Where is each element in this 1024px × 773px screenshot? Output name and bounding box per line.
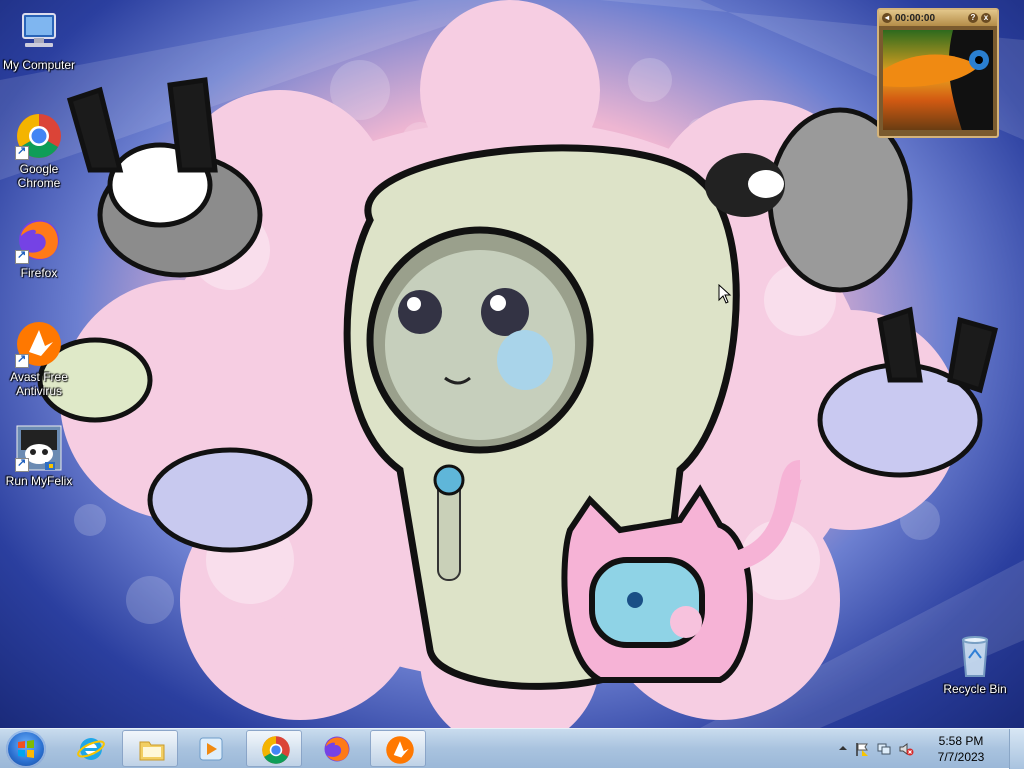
taskbar-avast-button[interactable] [370, 730, 426, 767]
system-tray: 5:58 PM 7/7/2023 [834, 729, 1024, 769]
avast-icon [15, 320, 63, 368]
chrome-icon [15, 112, 63, 160]
desktop[interactable]: My Computer Google Chrome Firefox [0, 0, 1024, 728]
taskbar-firefox-button[interactable] [308, 730, 364, 767]
windows-logo-icon [18, 740, 34, 758]
desktop-icon-label: Avast Free Antivirus [10, 370, 68, 398]
desktop-icon-my-computer[interactable]: My Computer [1, 8, 77, 72]
play-icon[interactable]: ◂ [882, 13, 892, 23]
desktop-icon-recycle-bin[interactable]: Recycle Bin [937, 632, 1013, 696]
computer-icon [15, 8, 63, 56]
media-player-icon [199, 737, 223, 761]
close-icon[interactable]: x [981, 13, 991, 23]
desktop-icon-label: Google Chrome [17, 162, 61, 190]
chrome-icon [262, 736, 290, 764]
volume-muted-icon[interactable] [898, 741, 914, 757]
toucan-image [883, 30, 993, 130]
desktop-icon-label: My Computer [2, 58, 76, 72]
shortcut-arrow-icon [15, 456, 29, 472]
myfelix-icon [15, 424, 63, 472]
taskbar-media-player-button[interactable] [182, 730, 238, 767]
shortcut-arrow-icon [15, 352, 29, 368]
taskbar-explorer-button[interactable] [122, 730, 178, 767]
clock-date: 7/7/2023 [937, 750, 985, 764]
desktop-icon-avast[interactable]: Avast Free Antivirus [1, 320, 77, 398]
start-button[interactable] [6, 730, 46, 768]
desktop-icon-run-myfelix[interactable]: Run MyFelix [1, 424, 77, 488]
ie-icon [77, 738, 105, 760]
taskbar-ie-button[interactable] [62, 730, 118, 767]
desktop-icon-label: Recycle Bin [943, 682, 1007, 696]
firefox-icon [324, 736, 350, 762]
taskbar-clock[interactable]: 5:58 PM 7/7/2023 [926, 733, 996, 765]
gadget-video-preview[interactable] [883, 30, 993, 130]
taskbar-chrome-button[interactable] [246, 730, 302, 767]
action-center-flag-icon[interactable] [854, 741, 870, 757]
show-desktop-button[interactable] [1009, 729, 1024, 769]
recycle-bin-icon [951, 632, 999, 680]
clock-time: 5:58 PM [938, 734, 984, 748]
folder-icon [139, 741, 165, 761]
wallpaper [0, 0, 1024, 728]
firefox-icon [15, 216, 63, 264]
mouse-cursor-icon [718, 284, 732, 304]
shortcut-arrow-icon [15, 144, 29, 160]
media-player-gadget[interactable]: ◂ 00:00:00 ? x [877, 8, 999, 138]
desktop-icon-label: Run MyFelix [5, 474, 73, 488]
help-icon[interactable]: ? [968, 13, 978, 23]
desktop-icon-google-chrome[interactable]: Google Chrome [1, 112, 77, 190]
gadget-title-bar: ◂ 00:00:00 ? x [879, 10, 997, 26]
show-hidden-icons-icon[interactable] [838, 743, 848, 753]
shortcut-arrow-icon [15, 248, 29, 264]
desktop-icon-firefox[interactable]: Firefox [1, 216, 77, 280]
gadget-timer: 00:00:00 [895, 12, 936, 24]
avast-icon [386, 736, 414, 764]
desktop-icon-label: Firefox [20, 266, 58, 280]
network-icon[interactable] [876, 741, 892, 757]
taskbar: 5:58 PM 7/7/2023 [0, 728, 1024, 769]
